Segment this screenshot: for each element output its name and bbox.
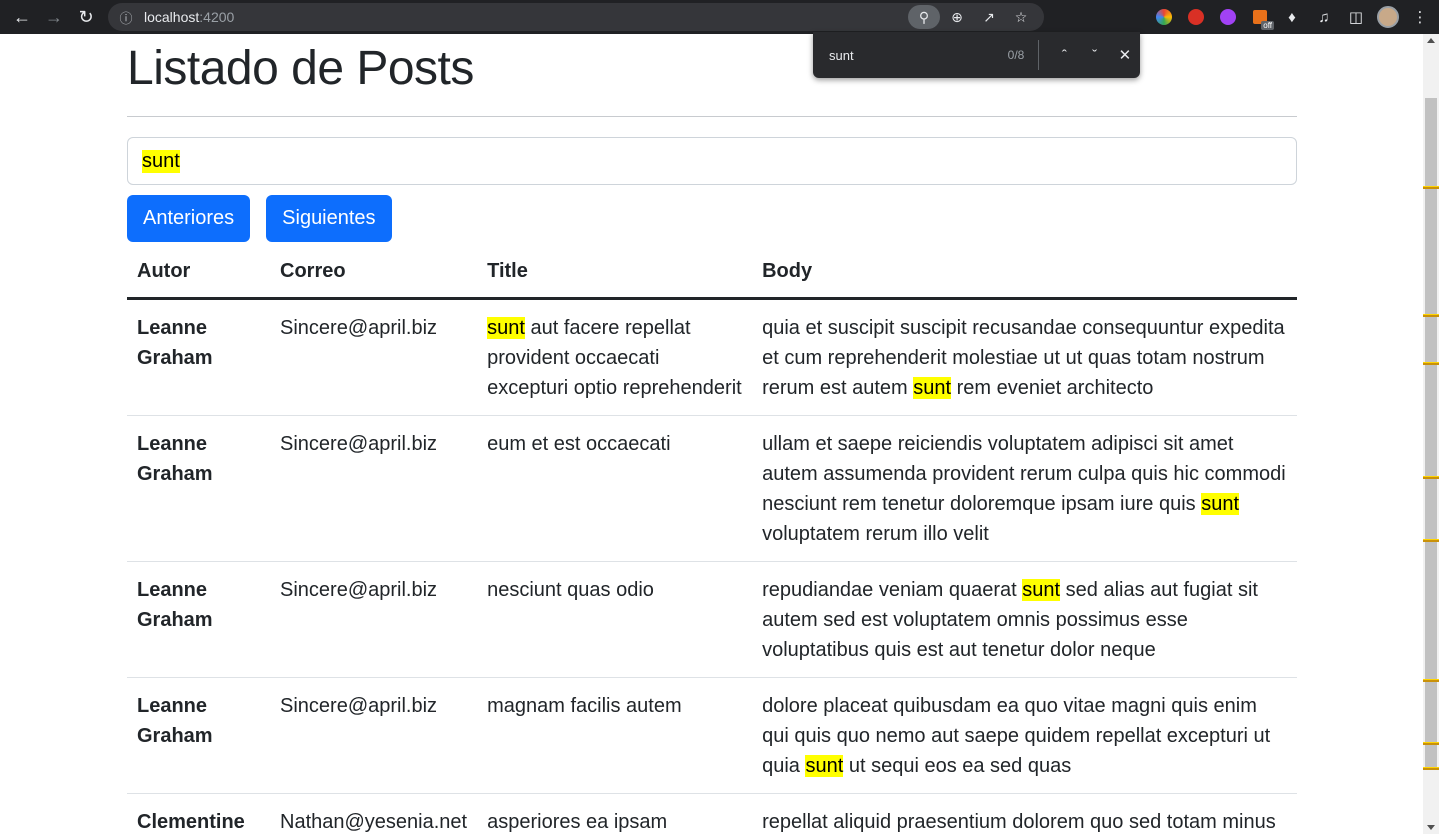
posts-table: Autor Correo Title Body Leanne Graham Si… [127, 246, 1297, 834]
find-match-marker [1423, 476, 1439, 479]
chevron-up-icon[interactable]: ˆ [1049, 39, 1079, 71]
search-value: sunt [142, 149, 180, 173]
find-divider [1038, 40, 1040, 70]
cell-correo: Sincere@april.biz [270, 561, 478, 678]
url-text[interactable]: localhost:4200 [144, 9, 234, 25]
find-match-marker [1423, 742, 1439, 745]
find-input[interactable] [829, 47, 979, 63]
cell-autor: Leanne Graham [127, 677, 270, 794]
find-match-marker [1423, 186, 1439, 189]
scroll-thumb[interactable] [1425, 98, 1437, 770]
color-extension-icon[interactable] [1148, 0, 1180, 34]
table-row: Leanne Graham Sincere@april.biz nesciunt… [127, 561, 1297, 678]
next-button[interactable]: Siguientes [266, 195, 392, 242]
cell-correo: Sincere@april.biz [270, 298, 478, 416]
find-bar: 0/8 ˆ ˇ ✕ [813, 32, 1140, 78]
cell-title: eum et est occaecati [477, 415, 753, 562]
cell-correo: Sincere@april.biz [270, 415, 478, 562]
table-row: Clementine Nathan@yesenia.net asperiores… [127, 793, 1297, 834]
cell-title: nesciunt quas odio [477, 561, 753, 678]
table-row: Leanne Graham Sincere@april.biz sunt aut… [127, 298, 1297, 416]
purple-extension-icon[interactable] [1212, 0, 1244, 34]
disabled-extension-icon[interactable]: off [1244, 0, 1276, 34]
find-match-marker [1423, 362, 1439, 365]
cell-autor: Clementine [127, 793, 270, 834]
cell-correo: Nathan@yesenia.net [270, 793, 478, 834]
extensions-puzzle-icon[interactable]: ♦ [1276, 0, 1308, 34]
cell-title: asperiores ea ipsam [477, 793, 753, 834]
back-arrow-icon[interactable]: ← [6, 0, 38, 34]
cell-body: quia et suscipit suscipit recusandae con… [752, 298, 1297, 416]
cell-body: dolore placeat quibusdam ea quo vitae ma… [752, 677, 1297, 794]
find-match-count: 0/8 [1007, 48, 1025, 62]
scroll-down-arrow-icon[interactable] [1427, 825, 1435, 830]
site-info-icon[interactable]: ⓘ [108, 8, 144, 27]
cell-title: magnam facilis autem [477, 677, 753, 794]
browser-toolbar: ← → ↻ ⓘ localhost:4200 ⚲ ⊕ ↗ ☆ off ♦ ♫ ◫… [0, 0, 1439, 34]
chevron-down-icon[interactable]: ˇ [1080, 39, 1110, 71]
menu-kebab-icon[interactable]: ⋮ [1404, 0, 1436, 34]
zoom-icon[interactable]: ⊕ [942, 3, 972, 31]
address-bar[interactable]: ⓘ localhost:4200 ⚲ ⊕ ↗ ☆ [108, 3, 1044, 31]
share-icon[interactable]: ↗ [974, 3, 1004, 31]
close-icon[interactable]: ✕ [1110, 39, 1140, 71]
find-match-marker [1423, 767, 1439, 770]
table-row: Leanne Graham Sincere@april.biz magnam f… [127, 677, 1297, 794]
header-title: Title [477, 246, 753, 300]
cell-autor: Leanne Graham [127, 415, 270, 562]
prev-button[interactable]: Anteriores [127, 195, 251, 242]
find-match-marker [1423, 539, 1439, 542]
cell-title: sunt aut facere repellat provident occae… [477, 298, 753, 416]
page-scrollbar[interactable] [1423, 34, 1439, 834]
find-match-marker [1423, 314, 1439, 317]
header-body: Body [752, 246, 1297, 300]
adblock-extension-icon[interactable] [1180, 0, 1212, 34]
bookmark-star-icon[interactable]: ☆ [1006, 3, 1036, 31]
table-row: Leanne Graham Sincere@april.biz eum et e… [127, 415, 1297, 562]
find-match-marker [1423, 679, 1439, 682]
cell-correo: Sincere@april.biz [270, 677, 478, 794]
side-panel-icon[interactable]: ◫ [1340, 0, 1372, 34]
find-in-page-icon[interactable]: ⚲ [908, 5, 940, 29]
cell-autor: Leanne Graham [127, 298, 270, 416]
cell-autor: Leanne Graham [127, 561, 270, 678]
header-autor: Autor [127, 246, 270, 300]
media-queue-icon[interactable]: ♫ [1308, 0, 1340, 34]
search-input[interactable]: sunt [127, 137, 1297, 185]
cell-body: repudiandae veniam quaerat sunt sed alia… [752, 561, 1297, 678]
reload-icon[interactable]: ↻ [70, 0, 102, 34]
forward-arrow-icon[interactable]: → [38, 0, 70, 34]
profile-avatar[interactable] [1372, 0, 1404, 34]
header-correo: Correo [270, 246, 478, 300]
table-header-row: Autor Correo Title Body [127, 246, 1297, 300]
cell-body: ullam et saepe reiciendis voluptatem adi… [752, 415, 1297, 562]
cell-body: repellat aliquid praesentium dolorem quo… [752, 793, 1297, 834]
scroll-up-arrow-icon[interactable] [1427, 38, 1435, 43]
page-content: Listado de Posts sunt Anteriores Siguien… [127, 34, 1297, 834]
title-divider [127, 116, 1297, 117]
